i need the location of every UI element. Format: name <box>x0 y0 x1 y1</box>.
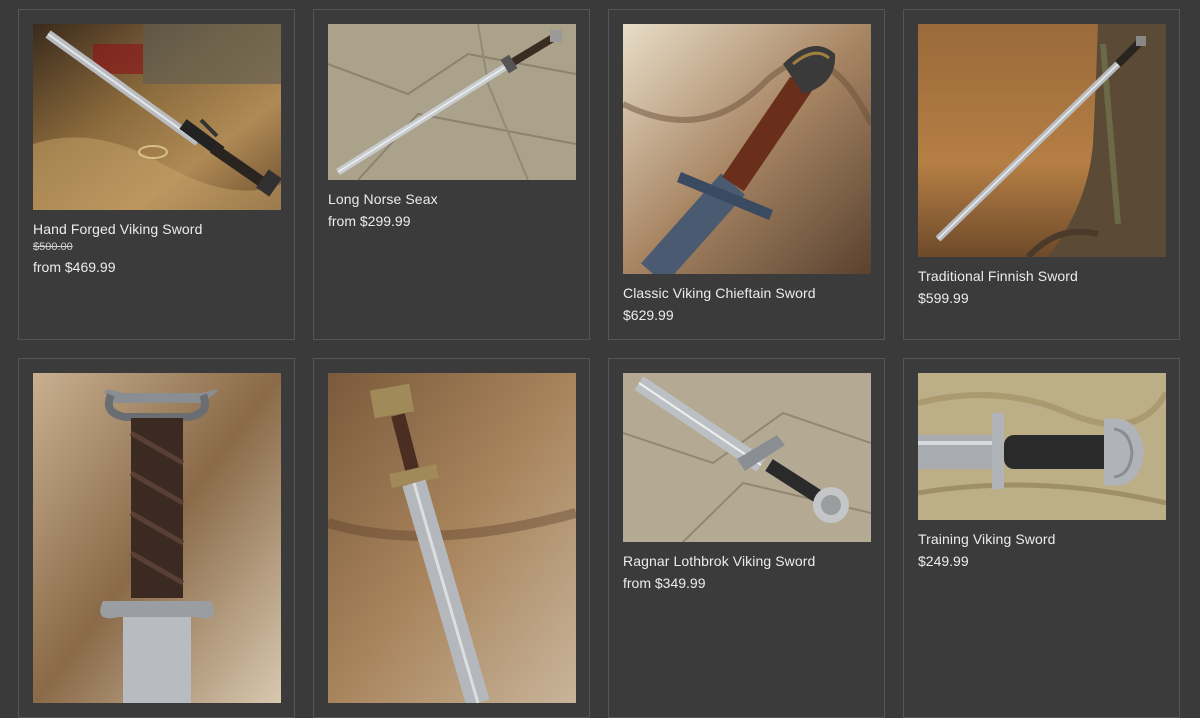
product-card-5[interactable] <box>18 358 295 718</box>
product-card-6[interactable] <box>313 358 590 718</box>
compare-at-price: $500.00 <box>33 241 73 253</box>
product-card-long-norse-seax[interactable]: Long Norse Seax from $299.99 <box>313 9 590 340</box>
product-price: $629.99 <box>623 307 674 323</box>
product-image[interactable] <box>33 373 281 703</box>
product-grid: Hand Forged Viking Sword $500.00 from $4… <box>18 9 1180 718</box>
product-title[interactable]: Long Norse Seax <box>328 190 575 208</box>
product-image[interactable] <box>918 24 1166 257</box>
product-price: from $299.99 <box>328 213 411 229</box>
product-price: $599.99 <box>918 290 969 306</box>
product-title[interactable]: Ragnar Lothbrok Viking Sword <box>623 552 870 570</box>
product-title[interactable]: Traditional Finnish Sword <box>918 267 1165 285</box>
product-image[interactable] <box>918 373 1166 520</box>
product-image[interactable] <box>328 24 576 180</box>
product-title[interactable]: Training Viking Sword <box>918 530 1165 548</box>
product-card-training-viking-sword[interactable]: Training Viking Sword $249.99 <box>903 358 1180 718</box>
product-price: from $349.99 <box>623 575 706 591</box>
product-card-ragnar-lothbrok-viking-sword[interactable]: Ragnar Lothbrok Viking Sword from $349.9… <box>608 358 885 718</box>
product-card-hand-forged-viking-sword[interactable]: Hand Forged Viking Sword $500.00 from $4… <box>18 9 295 340</box>
product-title[interactable]: Hand Forged Viking Sword <box>33 220 280 238</box>
product-image[interactable] <box>33 24 281 210</box>
product-title[interactable]: Classic Viking Chieftain Sword <box>623 284 870 302</box>
product-price: $249.99 <box>918 553 969 569</box>
product-card-classic-viking-chieftain-sword[interactable]: Classic Viking Chieftain Sword $629.99 <box>608 9 885 340</box>
product-image[interactable] <box>328 373 576 703</box>
product-price: from $469.99 <box>33 259 116 275</box>
product-image[interactable] <box>623 24 871 274</box>
product-card-traditional-finnish-sword[interactable]: Traditional Finnish Sword $599.99 <box>903 9 1180 340</box>
product-image[interactable] <box>623 373 871 542</box>
